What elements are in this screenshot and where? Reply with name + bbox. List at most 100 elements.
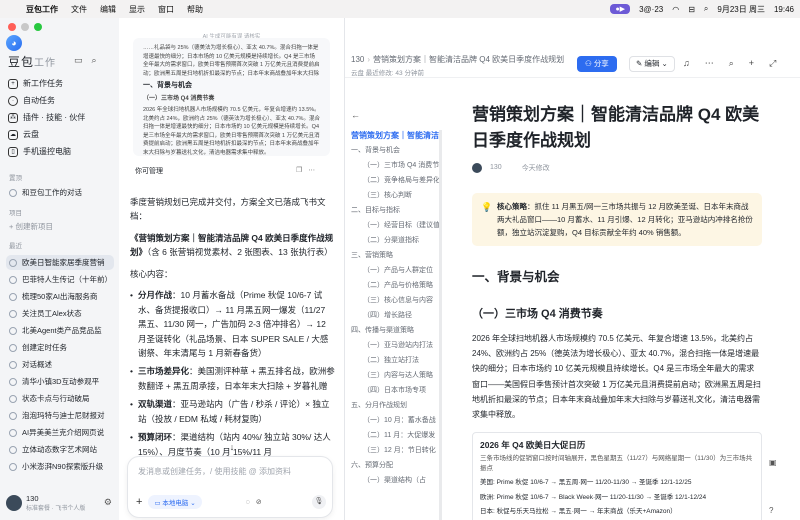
outline-item[interactable]: （四）日本市场专项 (345, 383, 442, 398)
outline-item[interactable]: （二）分渠道指标 (345, 233, 442, 248)
local-computer-chip[interactable]: ▭ 本地电脑 ⌄ (148, 495, 202, 509)
recent-item[interactable]: AI异美美兰克介绍网页说 (6, 425, 114, 440)
outline-item[interactable]: （一）经营目标（建议值） (345, 218, 442, 233)
breadcrumb-separator: › (367, 55, 371, 64)
outline-item[interactable]: （二）产品与价格策略 (345, 278, 442, 293)
recent-item[interactable]: 创建定时任务 (6, 340, 114, 355)
outline-item[interactable]: 三、营销策略 (345, 248, 442, 263)
outline-collapse-icon[interactable]: ← (351, 110, 360, 120)
minimize-window-button[interactable] (21, 23, 29, 31)
outline-scrollbar[interactable] (439, 130, 442, 520)
menu-help[interactable]: 帮助 (187, 4, 203, 15)
edit-mode-button[interactable]: ✎ 编辑 ⌄ (629, 56, 675, 72)
subsection-heading[interactable]: （一）三市场 Q4 消费节奏 (472, 305, 762, 321)
list-item: 双轨渠道：亚马逊站内（广告 / 秒杀 / 评论）× 独立站（投放 / EDM 私… (130, 397, 335, 426)
outline-item[interactable]: （二）11 月：大促爆发 (345, 428, 442, 443)
recent-item[interactable]: 对话概述 (6, 357, 114, 372)
menu-app-name[interactable]: 豆包工作 (26, 4, 58, 15)
scroll-down-icon[interactable]: ↓ (226, 442, 238, 454)
add-icon[interactable]: + (136, 496, 142, 508)
close-window-button[interactable] (8, 23, 16, 31)
recent-item[interactable]: 梳理50家AI出海服务商 (6, 289, 114, 304)
breadcrumb-owner[interactable]: 130 (351, 55, 364, 64)
pinned-item[interactable]: 和豆包工作的对话 (6, 185, 114, 200)
nav-auto-task[interactable]: · 自动任务 (6, 92, 114, 109)
status-badge[interactable]: 3@·23 (639, 5, 663, 14)
help-icon[interactable]: ? (769, 506, 773, 515)
more-icon[interactable]: ⋯ (308, 167, 321, 174)
recent-item[interactable]: 关注员工Alex状态 (6, 306, 114, 321)
user-profile[interactable]: 130 标准套餐 · 飞书个人版 ⚙ (6, 490, 116, 516)
nav-new-task[interactable]: + 新工作任务 (6, 75, 114, 92)
outline-item[interactable]: 四、传播与渠道策略 (345, 323, 442, 338)
spotlight-icon[interactable]: ⌕ (704, 4, 708, 14)
more-icon[interactable]: ⋯ (705, 58, 714, 69)
copy-icon[interactable]: ❐ (296, 167, 308, 174)
recent-item[interactable]: 泡泡玛特与迪士尼财报对 (6, 408, 114, 423)
recent-item[interactable]: 小米澎湃N90探索版升级 (6, 459, 114, 474)
control-center-icon[interactable]: ⊟ (688, 5, 695, 14)
outline-item[interactable]: （一）产品与人群定位 (345, 263, 442, 278)
menu-edit[interactable]: 编辑 (100, 4, 116, 15)
recent-item[interactable]: 立体动态数字艺术网站 (6, 442, 114, 457)
outline-item[interactable]: （三）12 月：节日转化 (345, 443, 442, 458)
brand-name: 豆包 (8, 55, 35, 69)
menu-view[interactable]: 显示 (129, 4, 145, 15)
outline-item[interactable]: （一）亚马逊站内打法 (345, 338, 442, 353)
add-icon[interactable]: + (749, 58, 754, 69)
message-composer[interactable]: 发消息或创建任务，/ 使用技能 @ 添加资料 + ▭ 本地电脑 ⌄ ◌ ⊘ 🎙 (127, 456, 333, 518)
doc-author[interactable]: 130 (490, 164, 502, 171)
menu-date[interactable]: 9月23日 周三 (717, 4, 765, 15)
recent-item[interactable]: 欧美日智能家居季度营销 (6, 255, 114, 270)
nav-plugins[interactable]: ⁂ 插件 · 技能 · 伙伴 (6, 109, 114, 126)
recent-item[interactable]: 巴菲特人生传记（十年前） (6, 272, 114, 287)
breadcrumb-doc[interactable]: 营销策划方案｜智能清洁品牌 Q4 欧美日季度作战规划 (373, 55, 564, 64)
page-title[interactable]: 营销策划方案｜智能清洁品牌 Q4 欧美日季度作战规划 (472, 102, 762, 155)
gear-icon[interactable]: ⚙ (104, 497, 112, 508)
strategy-callout[interactable]: 💡 核心策略：抓住 11 月黑五/网一三市场共振与 12 月欧美圣诞、日本年末商… (472, 192, 762, 247)
outline-item[interactable]: 五、分月作战规划 (345, 398, 442, 413)
recent-item[interactable]: 状态卡点与行动破局 (6, 391, 114, 406)
share-button[interactable]: ⚇ 分享 (577, 56, 617, 72)
bell-icon[interactable]: ♫ (683, 58, 690, 69)
menu-file[interactable]: 文件 (71, 4, 87, 15)
outline-item[interactable]: （四）增长路径 (345, 308, 442, 323)
recent-item[interactable]: 清华小镇3D互动参观平 (6, 374, 114, 389)
avatar (6, 495, 22, 511)
outline-item-current[interactable]: 营销策划方案｜智能清洁品牌 Q4 欧美日季度作战规划 (345, 128, 442, 143)
search-icon[interactable]: ⌕ (92, 55, 97, 66)
wifi-icon[interactable]: ◠ (672, 5, 679, 14)
recent-item[interactable]: 北美Agent类产品竞品监 (6, 323, 114, 338)
outline-item[interactable]: （一）10 月：蓄水备战 (345, 413, 442, 428)
nav-cloud[interactable]: ☁ 云盘 (6, 126, 114, 143)
recent-item-label: 对话概述 (22, 360, 52, 369)
outline-item[interactable]: 二、目标与指标 (345, 203, 442, 218)
outline-item[interactable]: （二）竞争格局与差异化 (345, 173, 442, 188)
menu-window[interactable]: 窗口 (158, 4, 174, 15)
nav-phone-control[interactable]: ▯ 手机遥控电脑 (6, 143, 114, 160)
outline-item[interactable]: （三）核心判断 (345, 188, 442, 203)
recording-indicator-icon[interactable]: ●▶ (610, 4, 631, 14)
zoom-window-button[interactable] (34, 23, 42, 31)
calendar-card[interactable]: 2026 年 Q4 欧美日大促日历 三条市场线的促销窗口按时间轴展开，黑色星期五… (472, 432, 762, 520)
section-heading[interactable]: 一、背景与机会 (472, 266, 762, 285)
composer-input[interactable]: 发消息或创建任务，/ 使用技能 @ 添加资料 (138, 466, 291, 477)
doc-preview-card[interactable]: ……礼品袋与 25%（德美法为增长极心）、亚太 40.7%。混合扫拖一体是增速最… (133, 38, 330, 156)
body-paragraph[interactable]: 2026 年全球扫地机器人市场规模约 70.5 亿美元、年复合增速 13.5%，… (472, 331, 762, 422)
fullscreen-icon[interactable]: ⤢ (769, 58, 776, 69)
outline-item[interactable]: （一）渠道结构（占 (345, 473, 442, 488)
outline-item[interactable]: （一）三市场 Q4 消费节奏 (345, 158, 442, 173)
manage-tag[interactable]: 你可管理 (135, 166, 163, 176)
outline-item[interactable]: 一、背景与机会 (345, 143, 442, 158)
outline-item[interactable]: （二）独立站打法 (345, 353, 442, 368)
outline-item[interactable]: （三）内容与达人策略 (345, 368, 442, 383)
new-project-button[interactable]: + 创建新项目 (6, 219, 114, 234)
microphone-icon[interactable]: 🎙 (312, 495, 326, 509)
outline-item[interactable]: 六、预算分配 (345, 458, 442, 473)
zoom-icon[interactable]: ⌕ (729, 58, 734, 69)
menu-clock[interactable]: 19:46 (774, 5, 794, 14)
comment-icon[interactable]: ▣ (769, 458, 781, 470)
outline-item[interactable]: （三）核心信息与内容 (345, 293, 442, 308)
attach-icon[interactable]: ⊘ (256, 498, 262, 506)
sidebar-toggle-icon[interactable]: ▭ (74, 55, 83, 66)
